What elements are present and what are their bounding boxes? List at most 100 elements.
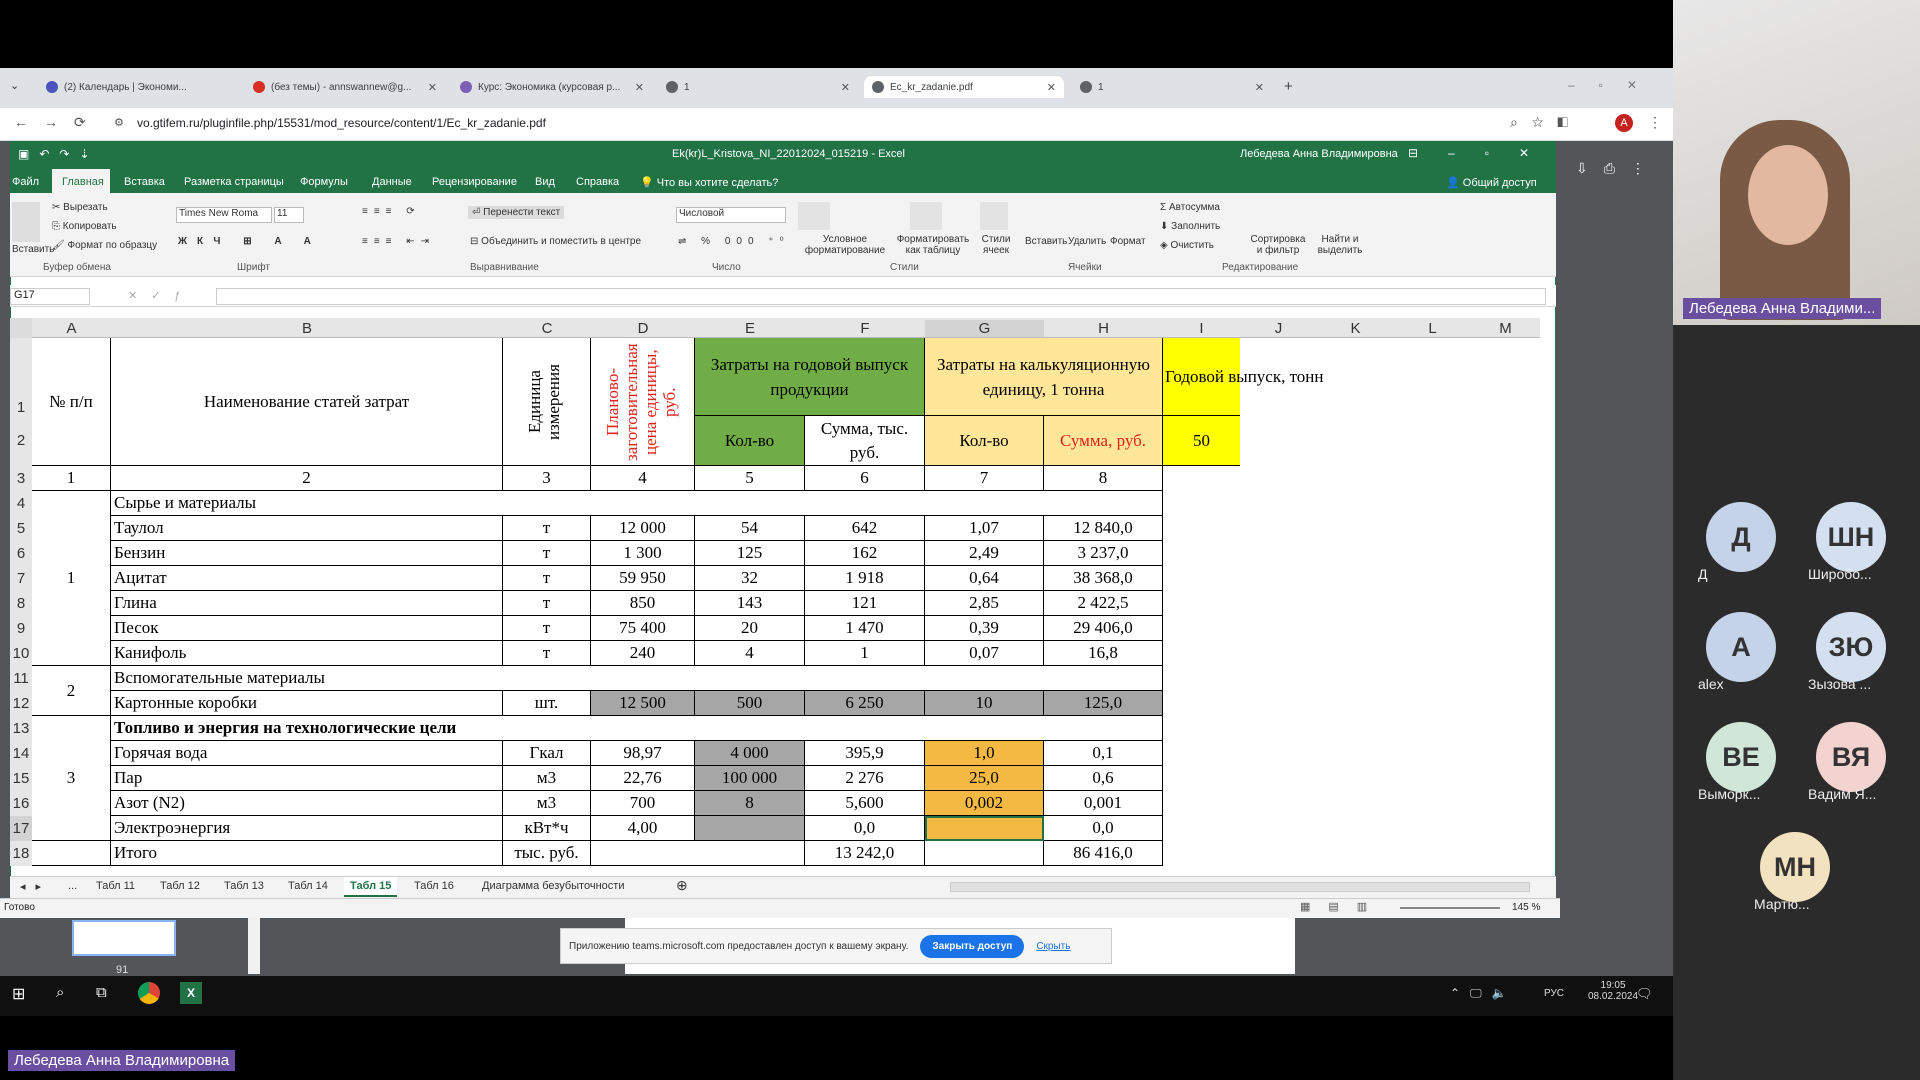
item-sum[interactable]: 642 — [805, 516, 925, 541]
item-unit-qty[interactable]: 0,39 — [925, 616, 1044, 641]
item-name[interactable]: Электроэнергия — [111, 816, 503, 841]
col-header-i[interactable]: I — [1163, 320, 1240, 337]
url-field[interactable]: vo.gtifem.ru/pluginfile.php/15531/mod_re… — [137, 116, 546, 130]
number-format-select[interactable]: Числовой — [676, 207, 786, 223]
row-header[interactable]: 8 — [10, 591, 32, 616]
row-header[interactable]: 10 — [10, 641, 32, 666]
item-sum[interactable]: 2 276 — [805, 766, 925, 791]
sheet-tab[interactable]: Диаграмма безубыточности — [482, 880, 624, 892]
delete-cells-button[interactable]: Удалить — [1068, 236, 1106, 247]
quick-access-icons[interactable]: ▣↶↷⇣ — [18, 147, 100, 161]
wrap-text-button[interactable]: ⏎ Перенести текст — [468, 206, 565, 219]
fill-button[interactable]: ⬇ Заполнить — [1160, 221, 1220, 232]
stop-sharing-button[interactable]: Закрыть доступ — [920, 934, 1025, 958]
header-annual-costs[interactable]: Затраты на годовой выпуск продукции — [695, 338, 925, 416]
total-empty-g[interactable] — [925, 841, 1044, 866]
participant-avatar[interactable]: ЗЮ — [1816, 612, 1886, 682]
browser-tab[interactable]: (без темы) - annswannew@g... ✕ — [245, 76, 445, 98]
item-name[interactable]: Пар — [111, 766, 503, 791]
item-sum[interactable]: 1 470 — [805, 616, 925, 641]
item-unit[interactable]: т — [503, 641, 591, 666]
browser-tab[interactable]: (2) Календарь | Экономи... — [38, 76, 213, 98]
row-header[interactable]: 15 — [10, 766, 32, 791]
annual-output-value[interactable]: 50 — [1163, 416, 1240, 466]
item-unit-sum[interactable]: 12 840,0 — [1044, 516, 1163, 541]
col-header-m[interactable]: M — [1471, 320, 1540, 337]
item-unit-sum[interactable]: 0,6 — [1044, 766, 1163, 791]
close-icon[interactable]: ✕ — [428, 81, 437, 94]
participant-avatar[interactable]: ШН — [1816, 502, 1886, 572]
col-number[interactable]: 2 — [111, 466, 503, 491]
col-header-h[interactable]: H — [1044, 320, 1163, 337]
item-price[interactable]: 850 — [591, 591, 695, 616]
profile-avatar[interactable]: A — [1615, 114, 1633, 132]
item-qty[interactable]: 32 — [695, 566, 805, 591]
item-unit-qty[interactable]: 1,07 — [925, 516, 1044, 541]
item-name[interactable]: Горячая вода — [111, 741, 503, 766]
formula-icons[interactable]: ✕✓ƒ — [128, 289, 195, 302]
header-name[interactable]: Наименование статей затрат — [111, 338, 503, 466]
copy-button[interactable]: ⎘ Копировать — [52, 221, 117, 232]
hide-banner-link[interactable]: Скрыть — [1036, 941, 1070, 952]
row-header[interactable]: 2 — [10, 416, 32, 466]
item-sum[interactable]: 1 918 — [805, 566, 925, 591]
nav-icons[interactable]: ←→⟳ — [14, 114, 102, 131]
item-name[interactable]: Ацитат — [111, 566, 503, 591]
menu-page-layout[interactable]: Разметка страницы — [184, 176, 284, 188]
item-sum[interactable]: 121 — [805, 591, 925, 616]
item-name[interactable]: Бензин — [111, 541, 503, 566]
menu-icon[interactable]: ⋮ — [1648, 114, 1662, 131]
name-box[interactable]: G17 — [10, 288, 90, 305]
annual-output-label[interactable]: Годовой выпуск, тонн — [1163, 338, 1324, 416]
item-unit[interactable]: кВт*ч — [503, 816, 591, 841]
row-header[interactable]: 18 — [10, 841, 32, 866]
sheet-tab[interactable]: Табл 13 — [224, 880, 264, 892]
row-header[interactable]: 13 — [10, 716, 32, 741]
font-size-select[interactable]: 11 — [274, 207, 304, 223]
item-unit-sum[interactable]: 16,8 — [1044, 641, 1163, 666]
format-as-table-button[interactable]: Форматировать как таблицу — [893, 234, 973, 256]
menu-home[interactable]: Главная — [62, 176, 104, 188]
sort-filter-button[interactable]: Сортировка и фильтр — [1248, 234, 1308, 256]
total-empty-de[interactable] — [591, 841, 805, 866]
item-price[interactable]: 12 000 — [591, 516, 695, 541]
col-header-d[interactable]: D — [591, 320, 695, 337]
browser-tab[interactable]: 1 ✕ — [658, 76, 858, 98]
item-sum[interactable]: 395,9 — [805, 741, 925, 766]
item-qty[interactable]: 500 — [695, 691, 805, 716]
item-price[interactable]: 12 500 — [591, 691, 695, 716]
merge-center-button[interactable]: ⊟ Объединить и поместить в центре — [470, 236, 641, 247]
item-price[interactable]: 700 — [591, 791, 695, 816]
item-name[interactable]: Глина — [111, 591, 503, 616]
item-qty[interactable]: 54 — [695, 516, 805, 541]
item-unit[interactable]: т — [503, 541, 591, 566]
item-price[interactable]: 240 — [591, 641, 695, 666]
pdf-page-thumbnail[interactable] — [72, 920, 176, 956]
find-select-button[interactable]: Найти и выделить — [1310, 234, 1370, 256]
conditional-format-icon[interactable] — [798, 202, 830, 230]
row-header[interactable]: 4 — [10, 491, 32, 516]
col-number[interactable]: 3 — [503, 466, 591, 491]
menu-formulas[interactable]: Формулы — [300, 176, 348, 188]
window-controls[interactable]: –▫✕ — [1568, 78, 1661, 92]
format-cells-button[interactable]: Формат — [1110, 236, 1146, 247]
tell-me-box[interactable]: 💡 Что вы хотите сделать? — [640, 176, 778, 189]
new-tab-icon[interactable]: + — [1284, 78, 1293, 95]
menu-file[interactable]: Файл — [12, 176, 39, 188]
item-sum[interactable]: 5,600 — [805, 791, 925, 816]
section-number[interactable]: 1 — [32, 491, 111, 666]
paste-icon[interactable] — [12, 202, 40, 242]
format-table-icon[interactable] — [910, 202, 942, 230]
item-unit-sum[interactable]: 0,0 — [1044, 816, 1163, 841]
browser-tab[interactable]: Курс: Экономика (курсовая р... ✕ — [452, 76, 652, 98]
item-qty[interactable]: 4 — [695, 641, 805, 666]
add-sheet-icon[interactable]: ⊕ — [676, 877, 688, 894]
item-name[interactable]: Азот (N2) — [111, 791, 503, 816]
col-header-f[interactable]: F — [805, 320, 925, 337]
participant-avatar[interactable]: ВЯ — [1816, 722, 1886, 792]
item-unit-sum[interactable]: 125,0 — [1044, 691, 1163, 716]
item-sum[interactable]: 162 — [805, 541, 925, 566]
item-qty[interactable]: 125 — [695, 541, 805, 566]
chrome-icon[interactable] — [138, 982, 160, 1004]
item-name[interactable]: Таулол — [111, 516, 503, 541]
